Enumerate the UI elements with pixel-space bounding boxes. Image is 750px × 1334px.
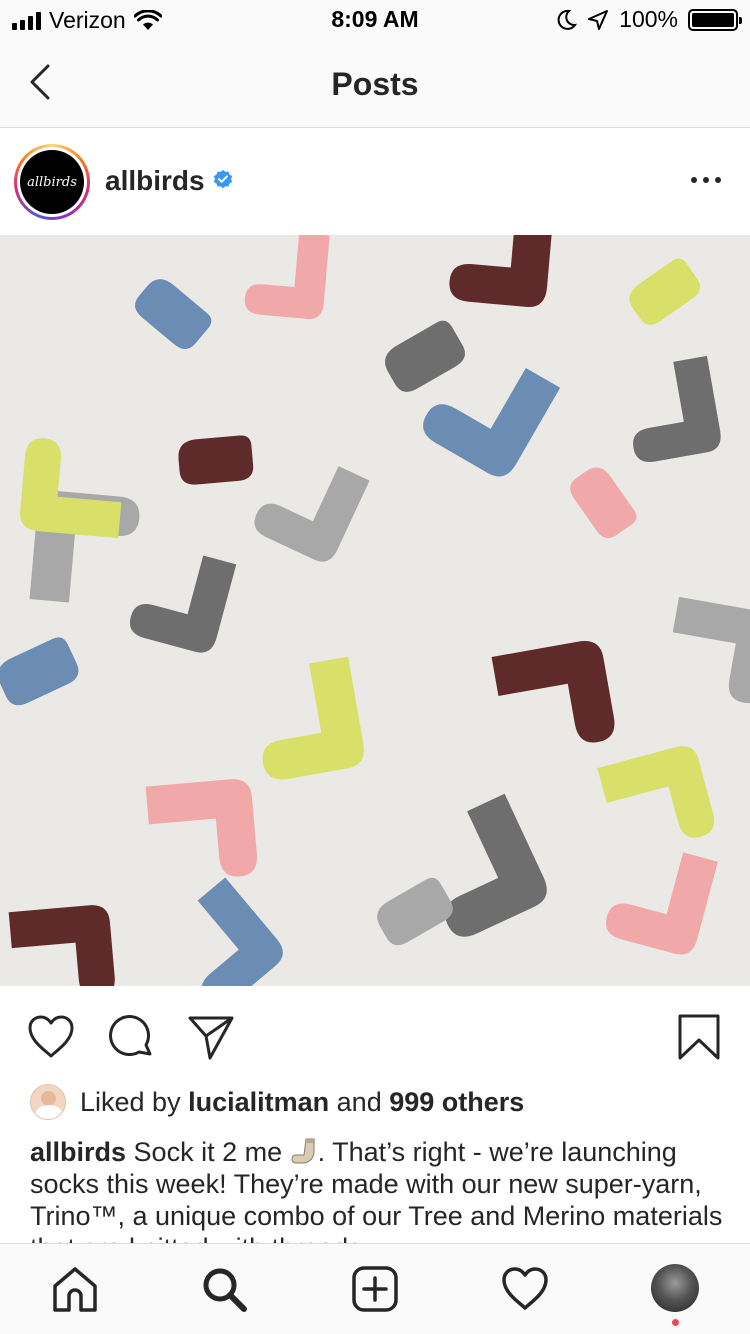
likes-summary[interactable]: Liked by lucialitman and 999 others [30, 1082, 524, 1122]
verified-badge-icon [213, 169, 233, 189]
status-right: 100% [557, 6, 742, 33]
liker-username[interactable]: lucialitman [188, 1087, 329, 1118]
heart-icon[interactable] [26, 1012, 76, 1062]
moon-icon [557, 9, 578, 30]
liker-avatar [30, 1084, 66, 1120]
caption-username[interactable]: allbirds [30, 1137, 126, 1167]
status-bar: Verizon 8:09 AM 100% [0, 0, 750, 40]
likes-prefix: Liked by [80, 1086, 181, 1117]
socks-illustration [0, 235, 750, 986]
caption-text-start: Sock it 2 me [133, 1137, 283, 1167]
sock-emoji-icon [291, 1138, 315, 1164]
post-header: allbirds allbirds [0, 129, 750, 235]
post-image[interactable] [0, 235, 750, 986]
tab-bar [0, 1243, 750, 1334]
bookmark-icon[interactable] [674, 1012, 724, 1062]
likes-conjunction: and [336, 1086, 382, 1117]
page-title: Posts [331, 66, 419, 102]
post-actions [0, 1000, 750, 1070]
likes-others[interactable]: 999 others [389, 1087, 524, 1118]
new-post-icon[interactable] [350, 1264, 400, 1314]
avatar-logo: allbirds [20, 150, 84, 214]
notification-dot [672, 1319, 679, 1326]
post-username[interactable]: allbirds [105, 165, 205, 197]
profile-avatar[interactable] [651, 1264, 699, 1312]
location-arrow-icon [588, 9, 609, 30]
story-avatar[interactable]: allbirds [14, 144, 90, 220]
share-icon[interactable] [186, 1012, 236, 1062]
nav-bar: Posts [0, 40, 750, 128]
activity-heart-icon[interactable] [500, 1264, 550, 1314]
battery-percent: 100% [619, 6, 678, 32]
battery-icon [688, 8, 742, 31]
search-icon[interactable] [199, 1264, 249, 1314]
more-horizontal-icon[interactable] [690, 175, 722, 185]
home-icon[interactable] [50, 1264, 100, 1314]
comment-icon[interactable] [106, 1012, 156, 1062]
